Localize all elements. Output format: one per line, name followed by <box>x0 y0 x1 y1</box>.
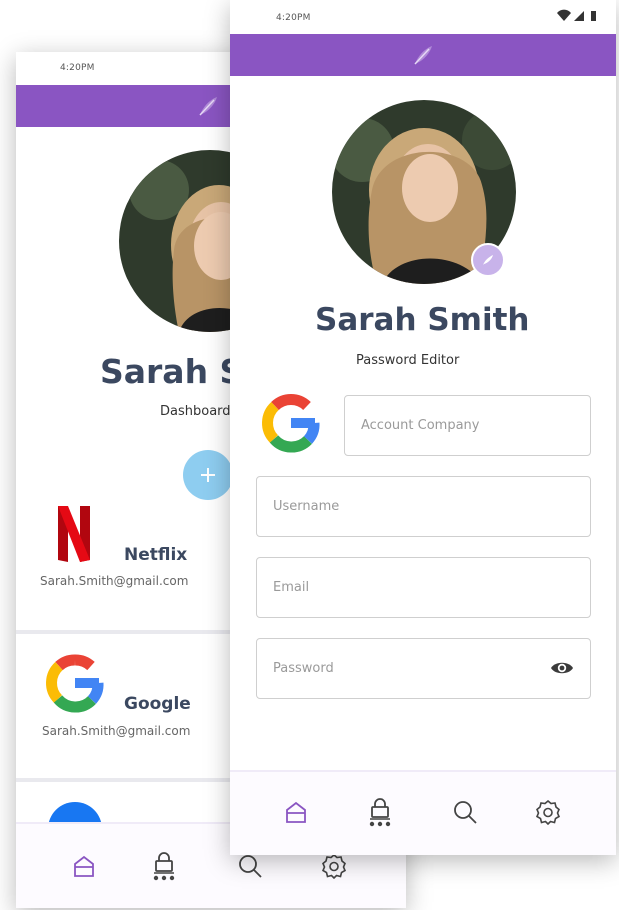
feather-logo-icon <box>414 46 432 65</box>
status-time: 4:20PM <box>276 13 311 23</box>
account-email: Sarah.Smith@gmail.com <box>42 724 191 738</box>
nav-home-button[interactable] <box>66 848 102 884</box>
nav-vault-button[interactable] <box>146 848 182 884</box>
vault-icon <box>153 852 175 881</box>
status-icons <box>557 9 596 21</box>
password-editor-screen: 4:20PM Sarah Smith Password Editor <box>230 0 616 855</box>
user-name: Sarah Smith <box>315 302 530 338</box>
nav-settings-button[interactable] <box>530 794 566 830</box>
password-field[interactable] <box>256 638 591 699</box>
search-icon <box>454 801 477 824</box>
nav-search-button[interactable] <box>447 794 483 830</box>
settings-icon <box>321 853 347 879</box>
home-icon <box>286 801 306 823</box>
password-input[interactable] <box>257 639 590 698</box>
google-icon <box>262 394 320 453</box>
feather-edit-icon <box>483 255 493 265</box>
page-subtitle: Password Editor <box>356 353 460 368</box>
bottom-nav <box>230 770 616 855</box>
account-company-field[interactable] <box>344 395 591 456</box>
email-field[interactable] <box>256 557 591 618</box>
netflix-icon <box>58 506 90 562</box>
plus-icon <box>201 468 215 482</box>
account-service: Netflix <box>124 545 188 565</box>
email-input[interactable] <box>257 558 590 617</box>
search-icon <box>239 855 262 878</box>
feather-logo-icon <box>199 97 217 116</box>
google-icon <box>46 654 104 713</box>
add-account-button[interactable] <box>183 450 233 500</box>
nav-vault-button[interactable] <box>362 794 398 830</box>
username-input[interactable] <box>257 477 590 536</box>
status-time: 4:20PM <box>60 63 95 73</box>
settings-icon <box>535 799 561 825</box>
home-icon <box>74 855 94 877</box>
edit-avatar-button[interactable] <box>471 243 505 277</box>
eye-icon[interactable] <box>550 659 574 677</box>
page-subtitle: Dashboard <box>160 404 231 419</box>
account-email: Sarah.Smith@gmail.com <box>40 574 189 588</box>
username-field[interactable] <box>256 476 591 537</box>
nav-home-button[interactable] <box>278 794 314 830</box>
account-company-input[interactable] <box>345 396 590 455</box>
app-bar <box>230 34 616 76</box>
vault-icon <box>369 798 391 827</box>
account-service: Google <box>124 694 191 714</box>
